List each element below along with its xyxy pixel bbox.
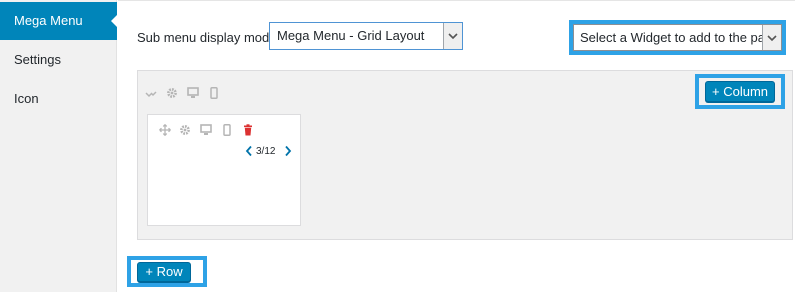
gear-icon[interactable] — [166, 87, 178, 99]
widget-select-highlight: Select a Widget to add to the panel — [569, 20, 786, 55]
widget-select[interactable]: Select a Widget to add to the panel — [573, 24, 782, 51]
collapse-icon[interactable] — [145, 88, 157, 100]
settings-sidebar: Mega Menu Settings Icon — [0, 0, 118, 292]
tab-mega-menu[interactable]: Mega Menu — [0, 2, 118, 40]
tab-mega-menu-label: Mega Menu — [14, 13, 83, 28]
tab-settings[interactable]: Settings — [0, 41, 117, 79]
chevron-down-icon[interactable] — [762, 25, 781, 50]
top-divider — [118, 0, 795, 1]
desktop-icon[interactable] — [187, 87, 199, 99]
chevron-right-icon[interactable] — [284, 145, 292, 157]
tab-icon[interactable]: Icon — [0, 80, 117, 118]
widget-select-value: Select a Widget to add to the panel — [580, 30, 782, 45]
chevron-down-icon[interactable] — [443, 23, 462, 49]
desktop-icon[interactable] — [200, 124, 212, 136]
gear-icon[interactable] — [179, 124, 191, 136]
add-row-highlight: + Row — [127, 256, 207, 287]
column-card: 3/12 — [147, 114, 301, 226]
move-icon[interactable] — [159, 124, 171, 136]
add-column-highlight: + Column — [695, 74, 785, 109]
chevron-left-icon[interactable] — [245, 145, 253, 157]
mobile-icon[interactable] — [221, 124, 233, 136]
submenu-mode-value: Mega Menu - Grid Layout — [277, 28, 425, 43]
mobile-icon[interactable] — [208, 87, 220, 99]
tab-icon-label: Icon — [14, 91, 39, 106]
column-width-value: 3/12 — [256, 146, 276, 157]
tab-settings-label: Settings — [14, 52, 61, 67]
submenu-mode-label: Sub menu display mode — [137, 30, 277, 45]
add-row-button[interactable]: + Row — [137, 262, 191, 282]
add-column-button[interactable]: + Column — [705, 81, 775, 102]
submenu-mode-select[interactable]: Mega Menu - Grid Layout — [269, 22, 463, 50]
trash-icon[interactable] — [242, 124, 254, 136]
